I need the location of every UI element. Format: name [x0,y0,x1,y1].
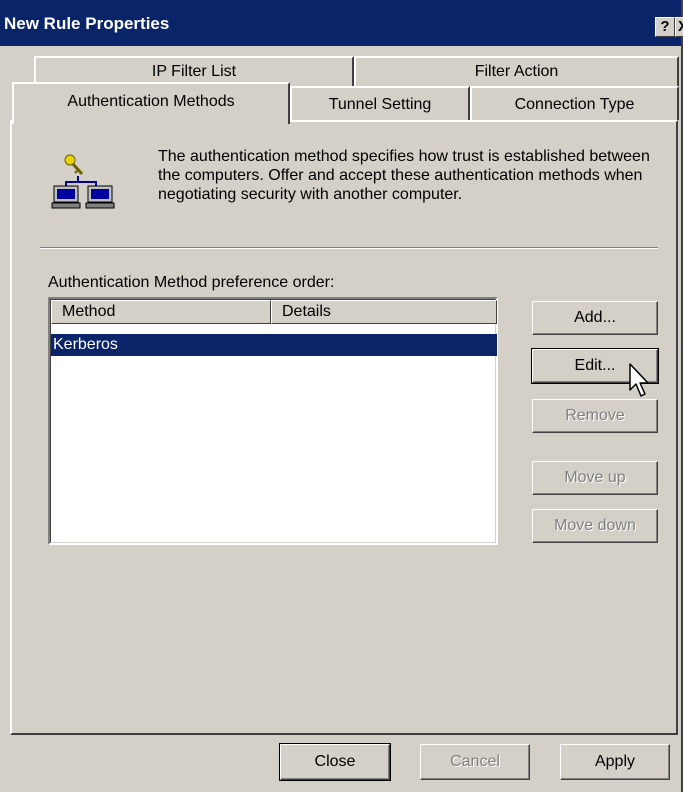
help-button[interactable]: ? [655,17,675,37]
separator [40,247,658,249]
apply-button[interactable]: Apply [560,744,670,780]
tab-label: Tunnel Setting [328,96,432,113]
tab-filter-action[interactable]: Filter Action [354,56,679,86]
remove-button[interactable]: Remove [532,399,658,433]
tab-connection-type[interactable]: Connection Type [470,86,679,120]
list-label: Authentication Method preference order: [48,274,335,291]
tab-tunnel-setting[interactable]: Tunnel Setting [290,86,470,120]
computers-key-icon [51,154,115,209]
move-down-button[interactable]: Move down [532,509,658,543]
tab-authentication-methods[interactable]: Authentication Methods [12,82,290,124]
cancel-button[interactable]: Cancel [420,744,530,780]
tab-label: Authentication Methods [67,93,235,110]
add-button[interactable]: Add... [532,301,658,335]
tab-label: IP Filter List [151,63,237,80]
column-header-details[interactable]: Details [271,300,497,324]
close-button[interactable]: Close [279,743,391,781]
dialog-window: New Rule Properties ? X IP Filter List F… [0,0,683,792]
window-title: New Rule Properties [4,14,170,33]
tab-label: Connection Type [514,96,635,113]
mouse-pointer-icon [629,363,649,397]
authentication-methods-list[interactable]: Method Details Kerberos [48,297,498,545]
description-text: The authentication method specifies how … [158,148,650,203]
method-cell: Kerberos [53,336,118,353]
list-item[interactable]: Kerberos [51,334,497,356]
move-up-button[interactable]: Move up [532,461,658,495]
close-window-button[interactable]: X [675,17,683,37]
tab-label: Filter Action [474,63,559,80]
column-header-method[interactable]: Method [51,300,271,324]
list-inner: Method Details Kerberos [50,299,497,543]
title-bar: New Rule Properties ? X [0,0,683,46]
